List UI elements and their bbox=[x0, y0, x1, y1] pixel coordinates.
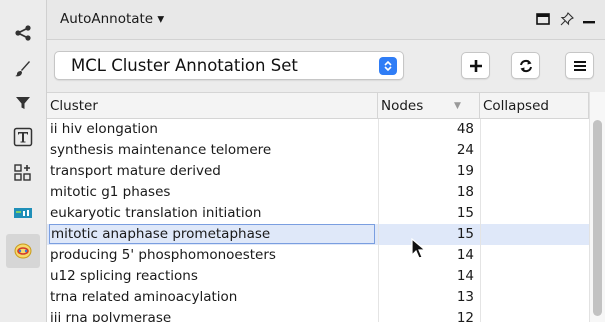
column-divider bbox=[480, 119, 481, 322]
table-row[interactable]: producing 5' phosphomonoesters 14 bbox=[47, 245, 589, 266]
hamburger-icon bbox=[573, 60, 586, 71]
collapsed-cell[interactable] bbox=[480, 119, 589, 140]
cluster-name: mitotic g1 phases bbox=[50, 184, 171, 200]
table-row[interactable]: ii hiv elongation 48 bbox=[47, 119, 589, 140]
cluster-name: mitotic anaphase prometaphase bbox=[49, 224, 375, 244]
table-row[interactable]: u12 splicing reactions 14 bbox=[47, 266, 589, 287]
app-menu[interactable]: AutoAnnotate ▾ bbox=[60, 11, 164, 27]
collapsed-cell[interactable] bbox=[480, 308, 589, 322]
node-count: 48 bbox=[456, 121, 474, 137]
filter-icon[interactable] bbox=[6, 86, 40, 120]
add-annotation-set-button[interactable] bbox=[461, 52, 490, 79]
node-count: 14 bbox=[456, 247, 474, 263]
collapsed-cell[interactable] bbox=[480, 203, 589, 224]
column-header-cluster[interactable]: Cluster bbox=[47, 93, 378, 119]
collapsed-cell[interactable] bbox=[480, 266, 589, 287]
sort-desc-icon: ▼ bbox=[454, 101, 461, 111]
pin-icon[interactable] bbox=[557, 9, 577, 29]
collapsed-cell[interactable] bbox=[480, 287, 589, 308]
collapsed-cell[interactable] bbox=[480, 161, 589, 182]
chevron-updown-icon bbox=[379, 57, 397, 75]
annotation-set-value: MCL Cluster Annotation Set bbox=[71, 56, 298, 75]
annotation-set-bar: MCL Cluster Annotation Set bbox=[47, 40, 605, 92]
vertical-scrollbar[interactable] bbox=[589, 92, 605, 322]
left-toolbar bbox=[0, 0, 47, 322]
nodes-header-label: Nodes bbox=[381, 98, 424, 114]
table-row[interactable]: trna related aminoacylation 13 bbox=[47, 287, 589, 308]
table-row[interactable]: mitotic g1 phases 18 bbox=[47, 182, 589, 203]
cluster-name: transport mature derived bbox=[50, 163, 221, 179]
scrollbar-thumb[interactable] bbox=[593, 120, 602, 316]
mouse-pointer-icon bbox=[411, 237, 427, 260]
node-count: 15 bbox=[456, 226, 474, 242]
node-count: 15 bbox=[456, 205, 474, 221]
column-header-nodes[interactable]: Nodes ▼ bbox=[378, 93, 480, 119]
cluster-name: iii rna polymerase bbox=[50, 310, 172, 322]
table-row[interactable]: transport mature derived 19 bbox=[47, 161, 589, 182]
refresh-icon bbox=[519, 59, 532, 72]
add-nodes-icon[interactable] bbox=[6, 156, 40, 190]
brush-icon[interactable] bbox=[6, 52, 40, 86]
table-row[interactable]: synthesis maintenance telomere 24 bbox=[47, 140, 589, 161]
minimize-icon[interactable] bbox=[579, 9, 599, 29]
plus-icon bbox=[469, 59, 482, 72]
node-count: 18 bbox=[456, 184, 474, 200]
autoannotate-icon[interactable] bbox=[6, 234, 40, 268]
cluster-name: trna related aminoacylation bbox=[50, 289, 238, 305]
cluster-name: synthesis maintenance telomere bbox=[50, 142, 272, 158]
collapsed-cell[interactable] bbox=[480, 245, 589, 266]
collapsed-cell[interactable] bbox=[480, 224, 589, 245]
panel-header: AutoAnnotate ▾ bbox=[47, 0, 605, 40]
annotation-set-dropdown[interactable]: MCL Cluster Annotation Set bbox=[54, 51, 404, 80]
cluster-name: eukaryotic translation initiation bbox=[50, 205, 262, 221]
table-row[interactable]: iii rna polymerase 12 bbox=[47, 308, 589, 322]
float-window-icon[interactable] bbox=[533, 9, 553, 29]
cluster-name: ii hiv elongation bbox=[50, 121, 158, 137]
app-window: AutoAnnotate ▾ MCL Cluster Annotation Se… bbox=[0, 0, 605, 322]
node-count: 14 bbox=[456, 268, 474, 284]
table-row-selected[interactable]: mitotic anaphase prometaphase 15 bbox=[47, 224, 589, 245]
column-divider bbox=[378, 119, 379, 322]
table-header: Cluster Nodes ▼ Collapsed bbox=[47, 92, 589, 119]
collapsed-cell[interactable] bbox=[480, 140, 589, 161]
cluster-table: Cluster Nodes ▼ Collapsed ii hiv elongat… bbox=[47, 92, 605, 322]
node-count: 12 bbox=[456, 310, 474, 322]
text-icon[interactable] bbox=[6, 120, 40, 154]
cluster-name: producing 5' phosphomonoesters bbox=[50, 247, 276, 263]
node-count: 13 bbox=[456, 289, 474, 305]
cluster-name: u12 splicing reactions bbox=[50, 268, 198, 284]
collapsed-cell[interactable] bbox=[480, 182, 589, 203]
node-count: 24 bbox=[456, 142, 474, 158]
refresh-button[interactable] bbox=[511, 52, 540, 79]
column-header-collapsed[interactable]: Collapsed bbox=[480, 93, 589, 119]
table-row[interactable]: eukaryotic translation initiation 15 bbox=[47, 203, 589, 224]
legend-icon[interactable] bbox=[6, 196, 40, 230]
menu-button[interactable] bbox=[565, 52, 594, 79]
node-count: 19 bbox=[456, 163, 474, 179]
share-icon[interactable] bbox=[6, 16, 40, 50]
